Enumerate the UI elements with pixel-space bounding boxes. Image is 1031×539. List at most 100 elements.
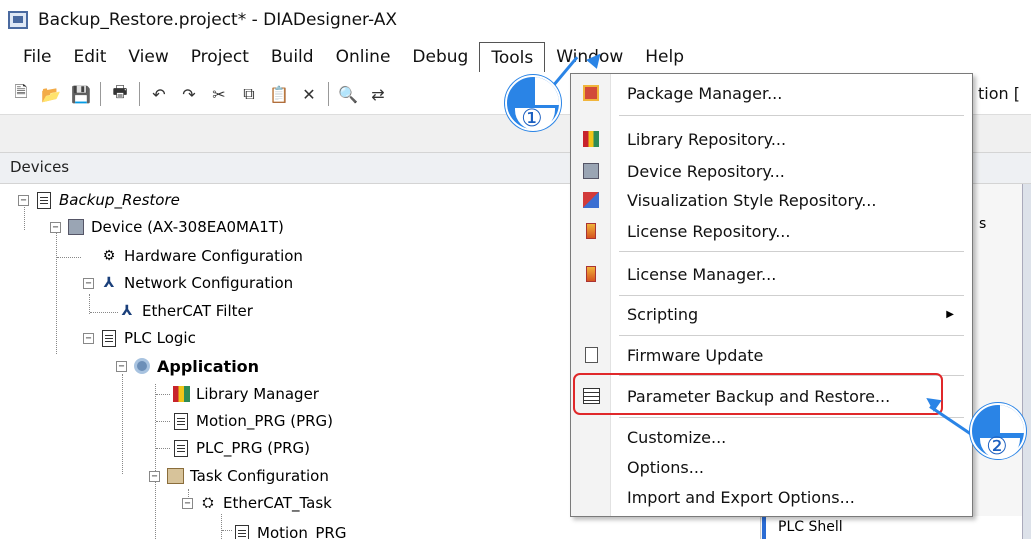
collapse-icon[interactable]: − [182, 497, 193, 509]
menu-view[interactable]: View [117, 42, 179, 72]
replace-icon[interactable]: ⇄ [367, 83, 389, 105]
tree-line [156, 394, 170, 395]
tree-item-ethercat-task[interactable]: − ⛭ EtherCAT_Task [182, 490, 332, 516]
menu-separator [619, 335, 964, 336]
tree-item-plc-logic[interactable]: − PLC Logic [83, 325, 196, 351]
tree-item-device[interactable]: − Device (AX-308EA0MA1T) [50, 214, 284, 240]
menu-edit[interactable]: Edit [62, 42, 117, 72]
tree-line [155, 384, 156, 539]
print-icon[interactable]: 🖶 [109, 82, 131, 105]
menu-item-label: Package Manager... [627, 83, 783, 103]
menu-item-visualization-style-repository[interactable]: Visualization Style Repository... [571, 183, 972, 217]
tree-item-library-manager[interactable]: Library Manager [172, 381, 319, 407]
menu-item-label: Import and Export Options... [627, 487, 855, 507]
menu-file[interactable]: File [12, 42, 62, 72]
firmware-icon [571, 347, 611, 363]
menu-separator [619, 251, 964, 252]
new-project-icon[interactable]: 🗎 [10, 82, 32, 105]
open-project-icon[interactable]: 📂 [40, 83, 62, 105]
tree-line [156, 421, 170, 422]
network-icon: ⅄ [121, 303, 133, 319]
tree-item-label: Motion_PRG [257, 524, 347, 539]
toolbar-fragment-text: tion [ [978, 84, 1020, 103]
tree-item-hardware-configuration[interactable]: ⚙ Hardware Configuration [100, 243, 303, 269]
gear-icon [133, 357, 151, 375]
program-call-icon [233, 524, 251, 539]
undo-icon[interactable]: ↶ [148, 83, 170, 105]
collapse-icon[interactable]: − [149, 470, 160, 482]
tree-line [221, 514, 222, 539]
menu-item-scripting[interactable]: Scripting ▶ [571, 297, 972, 331]
callout-quarter [535, 77, 559, 105]
collapse-icon[interactable]: − [83, 332, 94, 344]
callout-number-2: ② [986, 432, 1008, 460]
menu-item-library-repository[interactable]: Library Repository... [571, 122, 972, 156]
menu-item-license-manager[interactable]: License Manager... [571, 257, 972, 291]
toolbar-separator [100, 82, 101, 106]
paste-icon[interactable]: 📋 [268, 83, 290, 105]
tree-line [90, 312, 118, 313]
menu-item-import-export-options[interactable]: Import and Export Options... [571, 480, 972, 514]
menu-online[interactable]: Online [325, 42, 402, 72]
cut-icon[interactable]: ✂ [208, 83, 230, 105]
copy-icon[interactable]: ⧉ [238, 83, 260, 105]
project-icon [35, 191, 53, 209]
tree-item-label: EtherCAT_Task [223, 494, 332, 512]
network-icon: ⅄ [103, 275, 115, 291]
menu-item-label: License Manager... [627, 264, 777, 284]
menu-debug[interactable]: Debug [401, 42, 479, 72]
save-icon[interactable]: 💾 [70, 83, 92, 105]
app-icon [8, 11, 28, 29]
menu-item-label: Library Repository... [627, 129, 787, 149]
device-icon [571, 163, 611, 179]
menu-item-label: Device Repository... [627, 161, 785, 181]
tree-item-network-configuration[interactable]: − ⅄ Network Configuration [83, 270, 293, 296]
menu-item-license-repository[interactable]: License Repository... [571, 214, 972, 248]
delete-icon[interactable]: ✕ [298, 83, 320, 105]
tree-item-plc-prg[interactable]: PLC_PRG (PRG) [172, 435, 310, 461]
tree-item-motion-prg-call[interactable]: Motion_PRG [233, 520, 346, 539]
tree-item-label: Motion_PRG (PRG) [196, 412, 334, 430]
tree-item-application[interactable]: − Application [116, 353, 259, 379]
tree-item-label: Library Manager [196, 385, 319, 403]
menu-bar: File Edit View Project Build Online Debu… [0, 40, 1031, 74]
task-config-icon [166, 467, 184, 485]
submenu-arrow-icon: ▶ [946, 308, 954, 320]
collapse-icon[interactable]: − [18, 194, 29, 206]
menu-project[interactable]: Project [180, 42, 260, 72]
tree-line [122, 374, 123, 474]
callout-quarter [1000, 405, 1024, 433]
menu-build[interactable]: Build [260, 42, 325, 72]
toolbar-separator [328, 82, 329, 106]
menu-item-options[interactable]: Options... [571, 450, 972, 484]
tree-item-task-configuration[interactable]: − Task Configuration [149, 463, 329, 489]
document-icon [172, 439, 190, 457]
callout-number-1: ① [521, 104, 543, 132]
tree-line [57, 257, 81, 258]
menu-item-firmware-update[interactable]: Firmware Update [571, 338, 972, 372]
redo-icon[interactable]: ↷ [178, 83, 200, 105]
menu-item-package-manager[interactable]: Package Manager... [571, 76, 972, 110]
tree-item-backup-restore[interactable]: − Backup_Restore [18, 187, 180, 213]
collapse-icon[interactable]: − [83, 277, 94, 289]
find-icon[interactable]: 🔍 [337, 83, 359, 105]
menu-item-label: Customize... [627, 427, 727, 447]
menu-item-label: Firmware Update [627, 345, 764, 365]
menu-tools[interactable]: Tools [479, 42, 546, 72]
collapse-icon[interactable]: − [50, 221, 61, 233]
tree-line [56, 230, 57, 354]
menu-help[interactable]: Help [634, 42, 695, 72]
library-icon [172, 385, 190, 403]
plc-shell-tab[interactable]: PLC Shell [762, 516, 1022, 539]
plc-logic-icon [100, 329, 118, 347]
highlight-box [573, 373, 943, 415]
library-icon [571, 131, 611, 147]
collapse-icon[interactable]: − [116, 360, 127, 372]
menu-item-customize[interactable]: Customize... [571, 420, 972, 454]
tree-item-label: PLC Logic [124, 329, 196, 347]
tree-item-motion-prg[interactable]: Motion_PRG (PRG) [172, 408, 333, 434]
tree-item-ethercat-filter[interactable]: ⅄ EtherCAT Filter [118, 298, 253, 324]
devices-panel-title: Devices [10, 158, 70, 176]
toolbar-separator [139, 82, 140, 106]
menu-item-label: Visualization Style Repository... [627, 190, 877, 210]
